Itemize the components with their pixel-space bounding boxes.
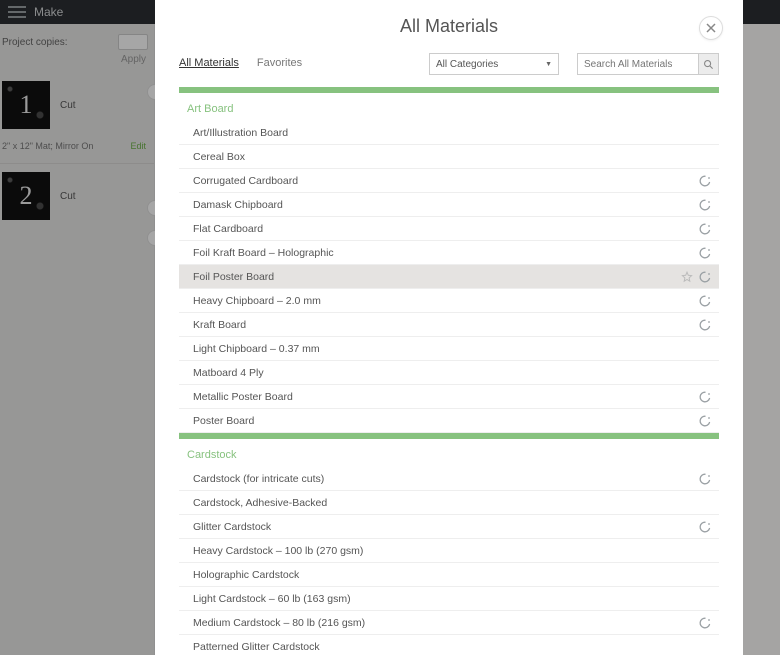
- material-row[interactable]: Cardstock (for intricate cuts): [179, 467, 719, 491]
- material-name: Light Cardstock – 60 lb (163 gsm): [193, 593, 351, 605]
- material-row[interactable]: Kraft Board: [179, 313, 719, 337]
- modal-header: All Materials: [155, 0, 743, 45]
- material-row-icons: [699, 473, 711, 485]
- modal-toolbar: All Materials Favorites All Categories ▼: [155, 45, 743, 87]
- material-row-icons: [681, 271, 711, 283]
- material-row[interactable]: Cereal Box: [179, 145, 719, 169]
- material-row[interactable]: Heavy Cardstock – 100 lb (270 gsm): [179, 539, 719, 563]
- material-row[interactable]: Matboard 4 Ply: [179, 361, 719, 385]
- search-icon: [703, 59, 714, 70]
- material-row[interactable]: Corrugated Cardboard: [179, 169, 719, 193]
- material-row[interactable]: Holographic Cardstock: [179, 563, 719, 587]
- material-row[interactable]: Poster Board: [179, 409, 719, 433]
- brand-icon: [699, 223, 711, 235]
- group-header: Art Board: [179, 93, 719, 121]
- material-row[interactable]: Metallic Poster Board: [179, 385, 719, 409]
- material-name: Kraft Board: [193, 319, 246, 331]
- material-name: Metallic Poster Board: [193, 391, 293, 403]
- material-name: Glitter Cardstock: [193, 521, 271, 533]
- search-input[interactable]: [577, 53, 699, 75]
- material-name: Cardstock (for intricate cuts): [193, 473, 324, 485]
- material-row-icons: [699, 247, 711, 259]
- search-wrap: [577, 53, 719, 75]
- material-row-icons: [699, 319, 711, 331]
- material-name: Flat Cardboard: [193, 223, 263, 235]
- brand-icon: [699, 521, 711, 533]
- material-row-icons: [699, 223, 711, 235]
- material-row[interactable]: Foil Kraft Board – Holographic: [179, 241, 719, 265]
- material-name: Cardstock, Adhesive-Backed: [193, 497, 327, 509]
- material-row-icons: [699, 295, 711, 307]
- material-row-icons: [699, 617, 711, 629]
- material-row[interactable]: Light Cardstock – 60 lb (163 gsm): [179, 587, 719, 611]
- category-dropdown[interactable]: All Categories ▼: [429, 53, 559, 75]
- brand-icon: [699, 247, 711, 259]
- tab-all-materials[interactable]: All Materials: [179, 57, 239, 71]
- close-icon[interactable]: [699, 16, 723, 40]
- material-row-icons: [699, 415, 711, 427]
- brand-icon: [699, 391, 711, 403]
- brand-icon: [699, 199, 711, 211]
- material-name: Damask Chipboard: [193, 199, 283, 211]
- material-row[interactable]: Foil Poster Board: [179, 265, 719, 289]
- material-row-icons: [699, 391, 711, 403]
- material-row-icons: [699, 175, 711, 187]
- category-selected: All Categories: [436, 59, 498, 70]
- material-name: Heavy Cardstock – 100 lb (270 gsm): [193, 545, 363, 557]
- material-row-icons: [699, 521, 711, 533]
- material-name: Foil Kraft Board – Holographic: [193, 247, 334, 259]
- brand-icon: [699, 319, 711, 331]
- brand-icon: [699, 617, 711, 629]
- material-name: Corrugated Cardboard: [193, 175, 298, 187]
- modal-title: All Materials: [179, 16, 719, 37]
- material-name: Light Chipboard – 0.37 mm: [193, 343, 320, 355]
- brand-icon: [699, 415, 711, 427]
- tab-favorites[interactable]: Favorites: [257, 57, 302, 71]
- star-icon[interactable]: [681, 271, 693, 283]
- materials-list: Art Board Art/Illustration Board Cereal Bo…: [155, 87, 743, 655]
- material-row[interactable]: Damask Chipboard: [179, 193, 719, 217]
- material-name: Holographic Cardstock: [193, 569, 299, 581]
- material-row[interactable]: Flat Cardboard: [179, 217, 719, 241]
- material-row[interactable]: Heavy Chipboard – 2.0 mm: [179, 289, 719, 313]
- material-row[interactable]: Glitter Cardstock: [179, 515, 719, 539]
- material-row[interactable]: Patterned Glitter Cardstock: [179, 635, 719, 655]
- material-row[interactable]: Art/Illustration Board: [179, 121, 719, 145]
- brand-icon: [699, 271, 711, 283]
- material-name: Patterned Glitter Cardstock: [193, 641, 320, 653]
- group-header: Cardstock: [179, 439, 719, 467]
- brand-icon: [699, 175, 711, 187]
- material-name: Cereal Box: [193, 151, 245, 163]
- material-row[interactable]: Light Chipboard – 0.37 mm: [179, 337, 719, 361]
- material-name: Heavy Chipboard – 2.0 mm: [193, 295, 321, 307]
- brand-icon: [699, 295, 711, 307]
- material-row[interactable]: Medium Cardstock – 80 lb (216 gsm): [179, 611, 719, 635]
- material-name: Matboard 4 Ply: [193, 367, 264, 379]
- material-name: Art/Illustration Board: [193, 127, 288, 139]
- material-name: Poster Board: [193, 415, 254, 427]
- material-row[interactable]: Cardstock, Adhesive-Backed: [179, 491, 719, 515]
- material-name: Medium Cardstock – 80 lb (216 gsm): [193, 617, 365, 629]
- search-button[interactable]: [699, 53, 719, 75]
- materials-modal: All Materials All Materials Favorites Al…: [155, 0, 743, 655]
- brand-icon: [699, 473, 711, 485]
- material-row-icons: [699, 199, 711, 211]
- chevron-down-icon: ▼: [545, 61, 552, 68]
- material-name: Foil Poster Board: [193, 271, 274, 283]
- materials-tabs: All Materials Favorites: [179, 57, 302, 71]
